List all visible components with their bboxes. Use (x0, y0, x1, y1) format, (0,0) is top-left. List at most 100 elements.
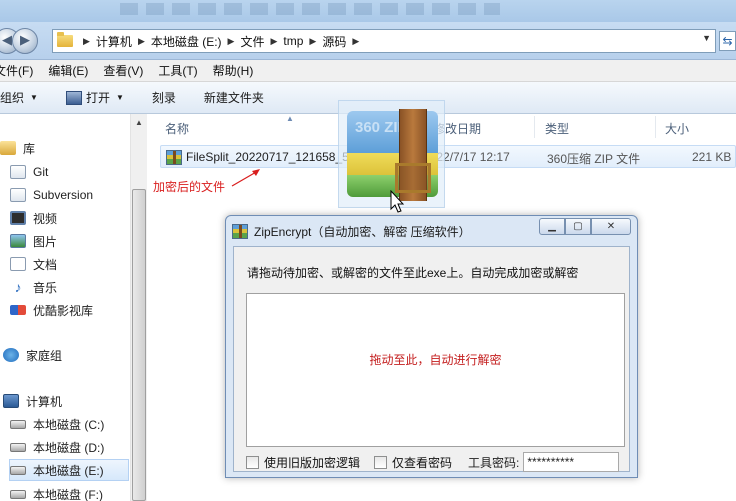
file-type: 360压缩 ZIP 文件 (547, 152, 641, 166)
menu-help[interactable]: 帮助(H) (213, 62, 254, 79)
organize-button[interactable]: 组织 ▼ (0, 89, 38, 106)
sidebar-item-label: 本地磁盘 (E:) (33, 463, 104, 478)
sidebar-item-pictures[interactable]: 图片 (10, 231, 57, 251)
title-bar (0, 0, 736, 22)
mouse-cursor-icon (390, 190, 405, 213)
menu-tools[interactable]: 工具(T) (158, 62, 197, 79)
drive-icon (10, 465, 26, 475)
dialog-instruction: 请拖动待加密、或解密的文件至此exe上。自动完成加密或解密 (247, 266, 579, 280)
navigation-pane: 库 Git Subversion 视频 图片 文档 ♪ 音乐 优酷影视库 家庭组… (0, 114, 130, 501)
column-divider[interactable] (655, 116, 656, 138)
sidebar-item-label: 本地磁盘 (F:) (33, 487, 103, 501)
scroll-up-icon[interactable]: ▲ (135, 118, 143, 127)
chevron-right-icon[interactable]: ▶ (138, 36, 145, 47)
dialog-title-bar: ZipEncrypt（自动加密、解密 压缩软件） (232, 223, 471, 240)
chevron-down-icon: ▼ (30, 93, 38, 102)
folder-icon (10, 165, 26, 179)
sidebar-item-label: 本地磁盘 (C:) (33, 417, 105, 432)
sidebar-item-drive-d[interactable]: 本地磁盘 (D:) (10, 437, 104, 457)
breadcrumb-files[interactable]: 文件 (240, 33, 264, 50)
open-button[interactable]: 打开 ▼ (65, 89, 124, 106)
column-size[interactable]: 大小 (665, 120, 689, 137)
title-bar-blur (120, 3, 500, 15)
chevron-right-icon[interactable]: ▶ (270, 36, 277, 47)
view-password-checkbox[interactable] (374, 455, 388, 469)
zip-file-icon (166, 150, 182, 165)
forward-button[interactable]: ▶ (12, 28, 38, 54)
dialog-title: ZipEncrypt（自动加密、解密 压缩软件） (254, 225, 471, 239)
sidebar-item-documents[interactable]: 文档 (10, 254, 57, 274)
sidebar-item-git[interactable]: Git (10, 162, 48, 182)
sidebar-item-label: 视频 (33, 211, 58, 226)
sidebar-item-label: Subversion (33, 188, 94, 202)
folder-icon (10, 188, 26, 202)
menu-edit[interactable]: 编辑(E) (48, 62, 88, 79)
homegroup-icon (3, 348, 19, 362)
organize-label: 组织 (0, 91, 25, 105)
close-button[interactable]: ✕ (591, 218, 631, 235)
music-note-icon: ♪ (14, 279, 22, 295)
column-divider[interactable] (534, 116, 535, 138)
dialog-body: 请拖动待加密、或解密的文件至此exe上。自动完成加密或解密 拖动至此，自动进行解… (233, 246, 630, 472)
chevron-right-icon[interactable]: ▶ (83, 36, 90, 47)
address-dropdown-icon[interactable]: ▼ (702, 33, 711, 43)
new-folder-button[interactable]: 新建文件夹 (204, 89, 264, 106)
sidebar-scrollbar[interactable]: ▲ (130, 114, 147, 501)
breadcrumb-computer[interactable]: 计算机 (96, 33, 132, 50)
breadcrumb-tmp[interactable]: tmp (283, 34, 303, 48)
minimize-button[interactable]: ▁ (539, 218, 565, 235)
refresh-button[interactable]: ⇆ (719, 31, 736, 51)
annotation-arrow-icon (231, 169, 260, 187)
zip-icon-buckle (395, 163, 431, 193)
view-password-option[interactable]: 仅查看密码 (374, 454, 452, 471)
chevron-right-icon[interactable]: ▶ (228, 36, 235, 47)
sidebar-item-label: 家庭组 (26, 348, 63, 363)
sidebar-item-drive-f[interactable]: 本地磁盘 (F:) (10, 484, 103, 501)
drop-zone[interactable]: 拖动至此，自动进行解密 (246, 293, 625, 447)
file-size: 221 KB (692, 150, 732, 164)
burn-label: 刻录 (151, 91, 176, 105)
picture-icon (10, 234, 26, 248)
chevron-right-icon[interactable]: ▶ (309, 36, 316, 47)
burn-button[interactable]: 刻录 (152, 89, 176, 106)
scrollbar-thumb[interactable] (132, 189, 146, 501)
sidebar-item-youku[interactable]: 优酷影视库 (10, 300, 93, 320)
window-controls: ▁ ▢ ✕ (539, 218, 631, 235)
breadcrumb-drive-e[interactable]: 本地磁盘 (E:) (151, 33, 222, 50)
chevron-right-icon[interactable]: ▶ (352, 36, 359, 47)
navigation-bar: ◀ ▶ ▶ 计算机 ▶ 本地磁盘 (E:) ▶ 文件 ▶ tmp ▶ 源码 ▶ … (0, 22, 736, 60)
sidebar-item-label: 计算机 (26, 394, 63, 409)
sidebar-item-label: 图片 (33, 234, 58, 249)
forward-arrow-icon: ▶ (20, 32, 30, 47)
sidebar-item-videos[interactable]: 视频 (10, 208, 57, 228)
sort-arrow-icon: ▲ (286, 114, 294, 123)
sidebar-item-drive-e[interactable]: 本地磁盘 (E:) (9, 459, 129, 481)
explorer-window: ◀ ▶ ▶ 计算机 ▶ 本地磁盘 (E:) ▶ 文件 ▶ tmp ▶ 源码 ▶ … (0, 0, 736, 501)
annotation-label: 加密后的文件 (153, 180, 226, 194)
tool-password-field[interactable]: ********** (523, 452, 620, 472)
column-type[interactable]: 类型 (545, 120, 569, 137)
library-icon (0, 141, 16, 155)
breadcrumb-source[interactable]: 源码 (322, 33, 346, 50)
menu-bar: 文件(F) 编辑(E) 查看(V) 工具(T) 帮助(H) (0, 60, 736, 82)
use-old-logic-label: 使用旧版加密逻辑 (264, 455, 361, 470)
use-old-logic-option[interactable]: 使用旧版加密逻辑 (246, 454, 360, 471)
chevron-down-icon: ▼ (115, 93, 124, 102)
menu-file[interactable]: 文件(F) (0, 62, 33, 79)
maximize-button[interactable]: ▢ (565, 218, 591, 235)
sidebar-item-drive-c[interactable]: 本地磁盘 (C:) (10, 414, 104, 434)
open-label: 打开 (85, 91, 110, 105)
options-row: 使用旧版加密逻辑 仅查看密码 工具密码: ********** (246, 452, 625, 472)
sidebar-item-music[interactable]: ♪ 音乐 (10, 277, 58, 297)
column-name[interactable]: 名称 (165, 120, 189, 137)
file-row[interactable]: FileSplit_20220717_121658_577.zip 2022/7… (160, 145, 736, 168)
sidebar-item-library[interactable]: 库 (0, 138, 35, 158)
use-old-logic-checkbox[interactable] (246, 455, 259, 469)
sidebar-item-homegroup[interactable]: 家庭组 (3, 345, 62, 365)
view-password-label: 仅查看密码 (392, 455, 453, 470)
sidebar-item-subversion[interactable]: Subversion (10, 185, 93, 205)
open-icon (65, 90, 82, 105)
menu-view[interactable]: 查看(V) (103, 62, 143, 79)
address-bar[interactable]: ▶ 计算机 ▶ 本地磁盘 (E:) ▶ 文件 ▶ tmp ▶ 源码 ▶ ▼ (52, 29, 716, 53)
sidebar-item-computer[interactable]: 计算机 (3, 391, 62, 411)
